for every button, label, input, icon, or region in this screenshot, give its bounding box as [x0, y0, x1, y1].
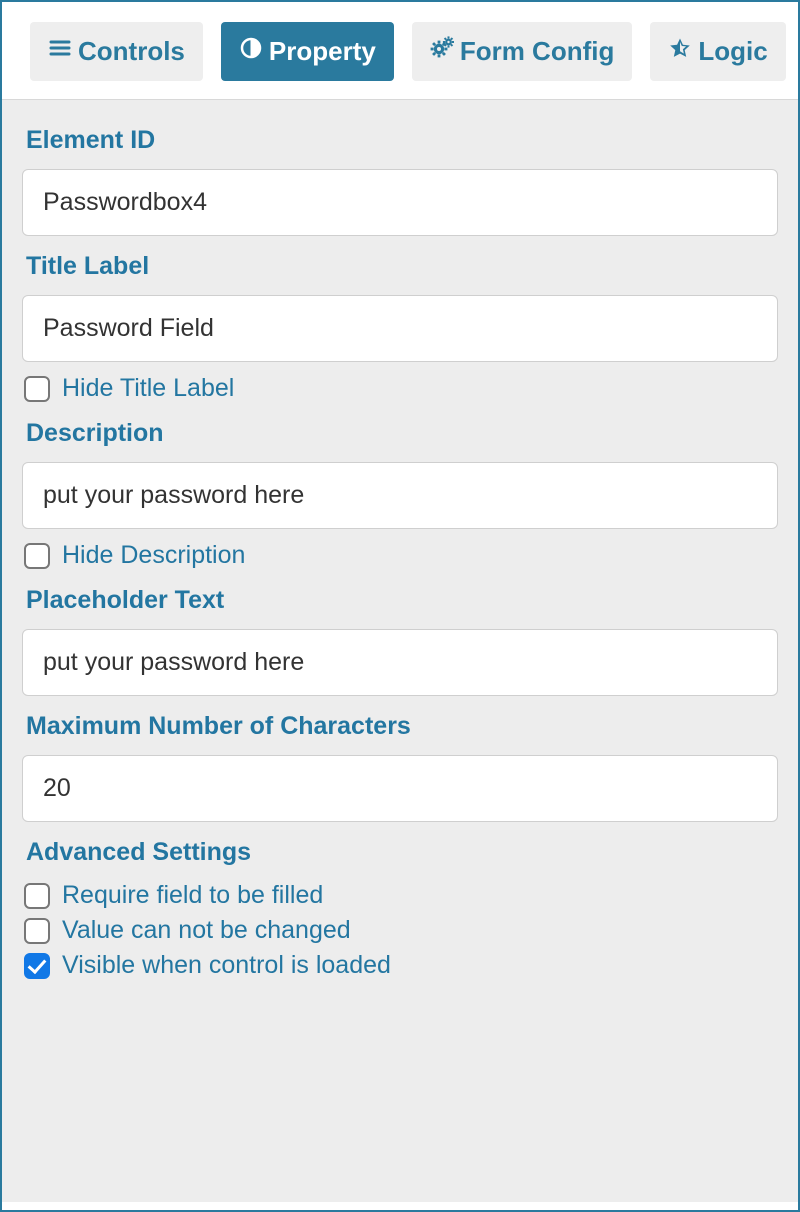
- tab-property[interactable]: Property: [221, 22, 394, 81]
- tab-logic[interactable]: Logic: [650, 22, 785, 81]
- title-label-label: Title Label: [26, 252, 774, 281]
- advanced-settings-label: Advanced Settings: [26, 838, 774, 867]
- tab-logic-label: Logic: [698, 36, 767, 67]
- tab-controls[interactable]: Controls: [30, 22, 203, 81]
- star-icon: [668, 36, 692, 67]
- tab-form-config-label: Form Config: [460, 36, 615, 67]
- hide-title-label[interactable]: Hide Title Label: [62, 374, 234, 403]
- title-label-input[interactable]: [22, 295, 778, 362]
- property-panel: Controls Property: [0, 0, 800, 1212]
- require-filled-checkbox[interactable]: [24, 883, 50, 909]
- hide-description-label[interactable]: Hide Description: [62, 541, 245, 570]
- tab-controls-label: Controls: [78, 36, 185, 67]
- description-input[interactable]: [22, 462, 778, 529]
- placeholder-input[interactable]: [22, 629, 778, 696]
- tab-form-config[interactable]: Form Config: [412, 22, 633, 81]
- placeholder-text-label: Placeholder Text: [26, 586, 774, 615]
- max-chars-label: Maximum Number of Characters: [26, 712, 774, 741]
- tab-bar: Controls Property: [2, 2, 798, 99]
- visible-loaded-label[interactable]: Visible when control is loaded: [62, 951, 391, 980]
- element-id-label: Element ID: [26, 126, 774, 155]
- hide-description-checkbox[interactable]: [24, 543, 50, 569]
- visible-loaded-checkbox[interactable]: [24, 953, 50, 979]
- contrast-icon: [239, 36, 263, 67]
- gears-icon: [430, 36, 454, 67]
- hide-title-checkbox[interactable]: [24, 376, 50, 402]
- tab-property-label: Property: [269, 36, 376, 67]
- hamburger-icon: [48, 36, 72, 67]
- advanced-settings-list: Require field to be filled Value can not…: [22, 881, 778, 980]
- readonly-checkbox[interactable]: [24, 918, 50, 944]
- element-id-input[interactable]: [22, 169, 778, 236]
- description-label: Description: [26, 419, 774, 448]
- require-filled-label[interactable]: Require field to be filled: [62, 881, 323, 910]
- property-content: Element ID Title Label Hide Title Label …: [2, 99, 798, 1202]
- max-chars-input[interactable]: [22, 755, 778, 822]
- readonly-label[interactable]: Value can not be changed: [62, 916, 351, 945]
